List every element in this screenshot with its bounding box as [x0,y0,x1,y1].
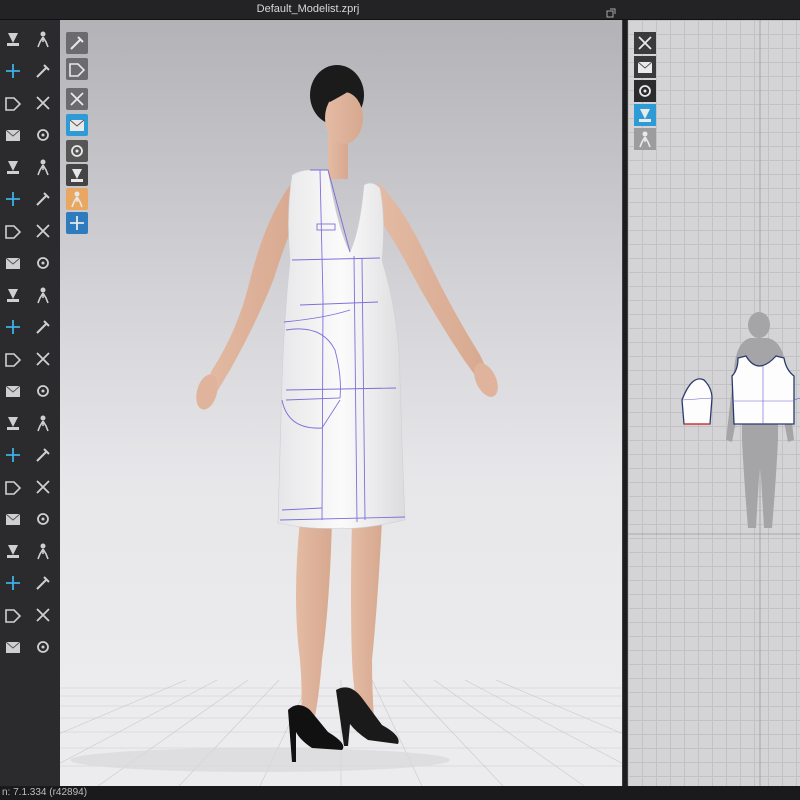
segment-sewing-icon[interactable] [2,220,24,242]
document-title: Default_Modelist.zprj [256,3,360,15]
tool-icon[interactable] [2,572,24,594]
2d-pattern-window[interactable] [628,20,800,786]
seam-tool-icon[interactable] [32,92,54,114]
tape-icon[interactable] [32,476,54,498]
fabric-texture-icon[interactable] [2,252,24,274]
avatar-model[interactable] [60,20,622,786]
cut-icon[interactable] [32,188,54,210]
jacket-icon[interactable] [2,508,24,530]
buttonhole-icon[interactable] [2,316,24,338]
avatar-pose-icon[interactable] [32,348,54,370]
bodice-pattern-piece [731,355,800,425]
button-icon[interactable] [32,284,54,306]
tool-icon[interactable] [32,540,54,562]
zipper-icon[interactable] [2,284,24,306]
3d-garment-window[interactable] [60,20,622,786]
status-bar: n: 7.1.334 (r42894) [0,786,800,800]
edit-pattern-icon[interactable] [2,92,24,114]
tool-palette [0,20,60,790]
tool-icon[interactable] [2,636,24,658]
measure-icon[interactable] [32,156,54,178]
garment-fold-icon[interactable] [2,124,24,146]
modelist-app-window: Default_Modelist.zprj n: 7.1.334 (r42894… [0,0,800,800]
tool-icon[interactable] [32,604,54,626]
avatar-walk-icon[interactable] [32,28,54,50]
tool-icon[interactable] [32,572,54,594]
maximize-icon[interactable] [606,3,616,18]
tool-icon[interactable] [32,636,54,658]
transform-gizmo-icon[interactable] [2,60,24,82]
internal-line-icon[interactable] [2,188,24,210]
pattern-layer-icon[interactable] [2,476,24,498]
puckering-icon[interactable] [32,220,54,242]
fold-angle-icon[interactable] [32,508,54,530]
pattern-layout [628,20,800,786]
trim-icon[interactable] [32,316,54,338]
shirt-icon[interactable] [32,380,54,402]
tool-icon[interactable] [2,540,24,562]
fold-arrange-icon[interactable] [2,348,24,370]
sleeve-pattern-piece [681,378,713,425]
tool-icon[interactable] [2,604,24,626]
fitting-suit-icon[interactable] [2,412,24,434]
pin-icon[interactable] [2,156,24,178]
version-label: n: 7.1.334 (r42894) [2,787,88,798]
pattern-select-icon[interactable] [2,28,24,50]
topstitch-icon[interactable] [32,252,54,274]
move-icon[interactable] [32,60,54,82]
arrangement-point-icon[interactable] [2,380,24,402]
strain-map-icon[interactable] [32,412,54,434]
tack-icon[interactable] [32,124,54,146]
shading-icon[interactable] [2,444,24,466]
hanger-icon[interactable] [32,444,54,466]
title-bar: Default_Modelist.zprj [0,0,800,20]
